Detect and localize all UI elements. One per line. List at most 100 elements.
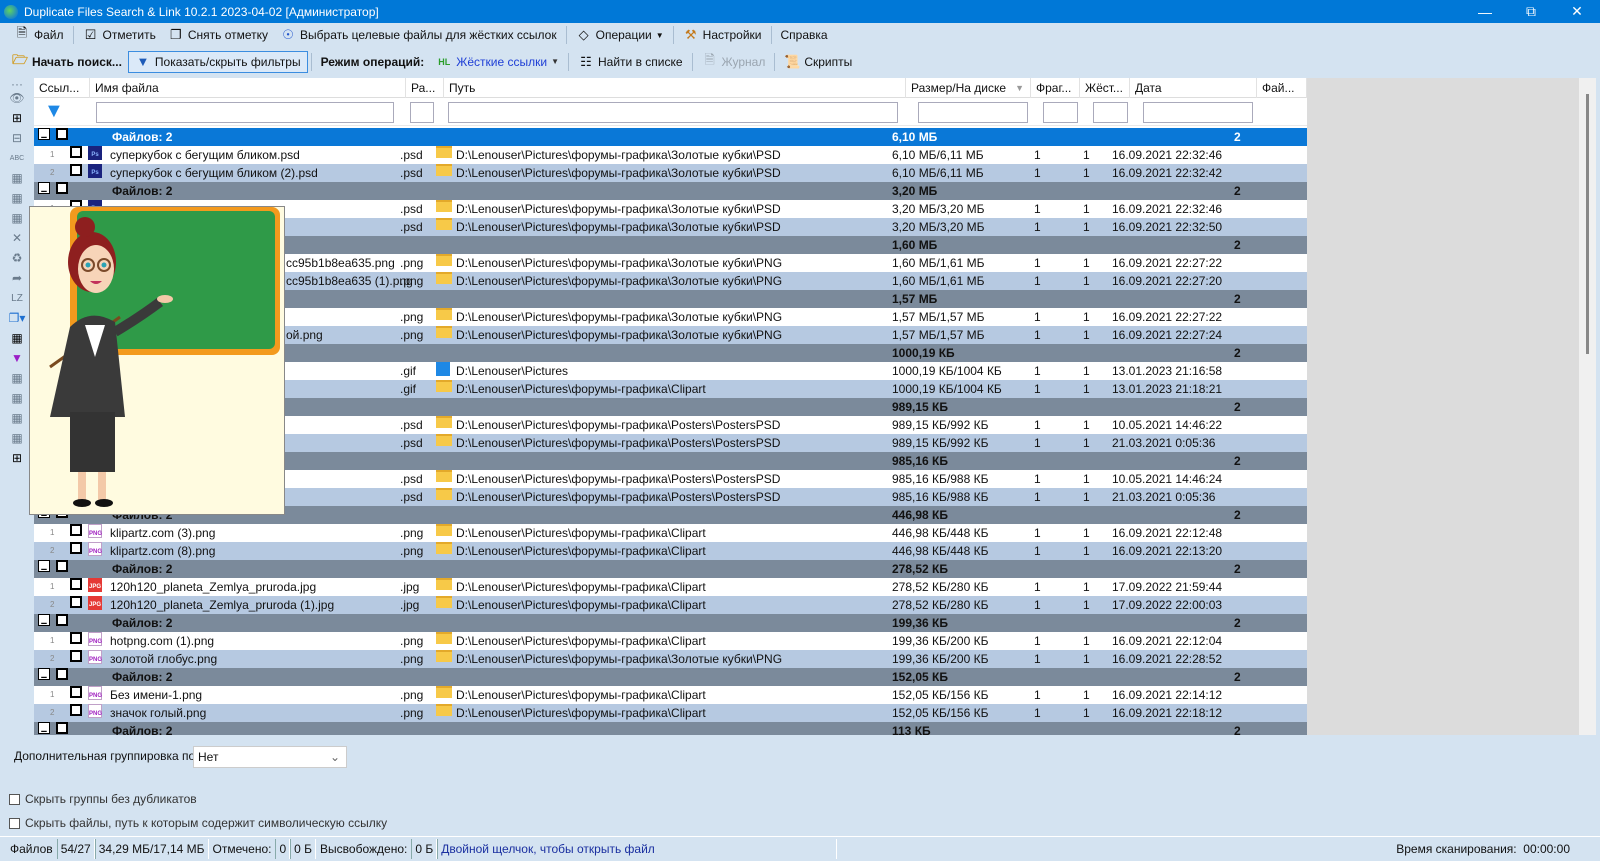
col-frag[interactable]: Фраг... [1031, 78, 1080, 98]
file-row[interactable]: 1 PNG Без имени-1.png .png D:\Lenouser\Pictu… [34, 686, 1307, 704]
filter-path-input[interactable] [448, 102, 898, 123]
menu-file[interactable]: 🗎 Файл [8, 24, 70, 46]
move-icon[interactable]: ➦ [6, 268, 28, 288]
delete-icon[interactable]: ✕ [6, 228, 28, 248]
toggle-filters-button[interactable]: ▼ Показать/скрыть фильтры [127, 50, 308, 73]
filter-date-input[interactable] [1143, 102, 1253, 123]
menu-settings[interactable]: ⚒ Настройки [677, 24, 768, 46]
group-checkbox[interactable] [56, 614, 68, 626]
file-checkbox[interactable] [70, 578, 82, 590]
menu-mark[interactable]: ☑ Отметить [77, 24, 162, 46]
start-search-button[interactable]: 🗁 Начать поиск... [6, 51, 128, 73]
col-date[interactable]: Дата [1130, 78, 1257, 98]
file-row[interactable]: 1 Ps суперкубок с бегущим бликом.psd .psd D:… [34, 146, 1307, 164]
file-row[interactable]: 1 PNG klipartz.com (3).png .png D:\Lenouser\… [34, 524, 1307, 542]
collapse-icon[interactable]: − [38, 722, 50, 735]
menu-operations[interactable]: ◇ Операции ▼ [570, 24, 670, 46]
file-checkbox[interactable] [70, 632, 82, 644]
checkbox-box[interactable] [9, 817, 20, 829]
file-checkbox[interactable] [70, 542, 82, 554]
scrollbar-thumb[interactable] [1586, 94, 1589, 354]
column3-icon[interactable]: ▦ [6, 408, 28, 428]
scripts-button[interactable]: 📜 Скрипты [778, 51, 858, 73]
mode-dropdown[interactable]: HL Жёсткие ссылки ▼ [430, 51, 565, 73]
hide-groups-checkbox[interactable]: Скрыть группы без дубликатов [9, 792, 197, 806]
group-header-row[interactable]: − Файлов: 2 6,10 МБ 2 [34, 128, 1307, 146]
filter-hard-input[interactable] [1093, 102, 1128, 123]
group-header-row[interactable]: − Файлов: 2 113 КБ 2 [34, 722, 1307, 735]
collapse-all-icon[interactable]: ⊟ [6, 128, 28, 148]
col-hard[interactable]: Жёст... [1080, 78, 1130, 98]
minimize-button[interactable]: — [1462, 0, 1508, 23]
file-checkbox[interactable] [70, 596, 82, 608]
restore-button[interactable]: ⧉ [1508, 0, 1554, 23]
find-in-list-button[interactable]: ☷ Найти в списке [572, 51, 689, 73]
column-icon[interactable]: ▦ [6, 368, 28, 388]
tree-check2-icon[interactable]: ▦ [6, 188, 28, 208]
recycle-icon[interactable]: ♻ [6, 248, 28, 268]
col-links[interactable]: Ссыл... [34, 78, 90, 98]
copy-icon[interactable]: ❐▾ [6, 308, 28, 328]
lz-icon[interactable]: LZ [6, 288, 28, 308]
group-checkbox[interactable] [56, 668, 68, 680]
group-header-row[interactable]: − Файлов: 2 3,20 МБ 2 [34, 182, 1307, 200]
hide-symlinks-checkbox[interactable]: Скрыть файлы, путь к которым содержит си… [9, 816, 387, 830]
filter-size-input[interactable] [918, 102, 1028, 123]
menu-select-targets[interactable]: ☉ Выбрать целевые файлы для жёстких ссыло… [274, 24, 563, 46]
file-checkbox[interactable] [70, 524, 82, 536]
filter-name-input[interactable] [96, 102, 394, 123]
file-row[interactable]: 2 PNG золотой глобус.png .png D:\Lenouser\Pi… [34, 650, 1307, 668]
file-row[interactable]: 2 PNG klipartz.com (8).png .png D:\Lenouser\… [34, 542, 1307, 560]
menu-help[interactable]: Справка [775, 24, 834, 46]
tree-check-icon[interactable]: ▦ [6, 168, 28, 188]
file-path: D:\Lenouser\Pictures\форумы-графика\Золо… [456, 310, 783, 324]
file-row[interactable]: 2 PNG значок голый.png .png D:\Lenouser\Pict… [34, 704, 1307, 722]
col-size[interactable]: Размер/На диске ▼ [906, 78, 1031, 98]
file-checkbox[interactable] [70, 650, 82, 662]
group-header-row[interactable]: − Файлов: 2 199,36 КБ 2 [34, 614, 1307, 632]
group-header-row[interactable]: − Файлов: 2 152,05 КБ 2 [34, 668, 1307, 686]
collapse-icon[interactable]: − [38, 560, 50, 576]
filter-check-icon[interactable]: ▼ [6, 348, 28, 368]
col-ext[interactable]: Ра... [406, 78, 444, 98]
collapse-icon[interactable]: − [38, 182, 50, 198]
expand-all-icon[interactable]: ⊞ [6, 108, 28, 128]
column2-icon[interactable]: ▦ [6, 388, 28, 408]
filter-frag-input[interactable] [1043, 102, 1078, 123]
file-row[interactable]: 1 PNG hotpng.com (1).png .png D:\Lenouser\Pi… [34, 632, 1307, 650]
file-ext: .psd [400, 148, 423, 162]
file-checkbox[interactable] [70, 146, 82, 158]
tree-cross-icon[interactable]: ▦ [6, 208, 28, 228]
file-row[interactable]: 1 JPG 120h120_planeta_Zemlya_pruroda.jpg .j… [34, 578, 1307, 596]
checkbox-box[interactable] [9, 793, 20, 805]
collapse-icon[interactable]: − [38, 614, 50, 630]
collapse-icon[interactable]: − [38, 668, 50, 684]
filter-ext-input[interactable] [410, 102, 434, 123]
file-checkbox[interactable] [70, 686, 82, 698]
group-checkbox[interactable] [56, 722, 68, 734]
column4-icon[interactable]: ▦ [6, 428, 28, 448]
file-checkbox[interactable] [70, 164, 82, 176]
preview-icon[interactable]: 👁 [6, 88, 28, 108]
collapse-icon[interactable]: − [38, 128, 50, 144]
filter-funnel-icon[interactable]: ▼ [44, 100, 64, 123]
file-ext: .psd [400, 436, 423, 450]
group-checkbox[interactable] [56, 560, 68, 572]
grouping-select[interactable]: Нет ⌄ [193, 746, 347, 768]
file-row[interactable]: 2 Ps суперкубок с бегущим бликом (2).psd .p… [34, 164, 1307, 182]
vertical-scrollbar[interactable] [1579, 78, 1596, 735]
column-check-icon[interactable]: ▦ [6, 328, 28, 348]
abc-icon[interactable]: ABC [6, 148, 28, 168]
close-button[interactable]: ✕ [1554, 0, 1600, 23]
menu-unmark[interactable]: ❐ Снять отметку [162, 24, 274, 46]
col-files[interactable]: Фай... [1257, 78, 1307, 98]
group-checkbox[interactable] [56, 182, 68, 194]
group-header-row[interactable]: − Файлов: 2 278,52 КБ 2 [34, 560, 1307, 578]
journal-button[interactable]: 🗎 Журнал [696, 51, 772, 73]
file-checkbox[interactable] [70, 704, 82, 716]
swap-check-icon[interactable]: ⊞ [6, 448, 28, 468]
file-row[interactable]: 2 JPG 120h120_planeta_Zemlya_pruroda (1).j… [34, 596, 1307, 614]
group-checkbox[interactable] [56, 128, 68, 140]
col-name[interactable]: Имя файла [90, 78, 406, 98]
col-path[interactable]: Путь [444, 78, 906, 98]
